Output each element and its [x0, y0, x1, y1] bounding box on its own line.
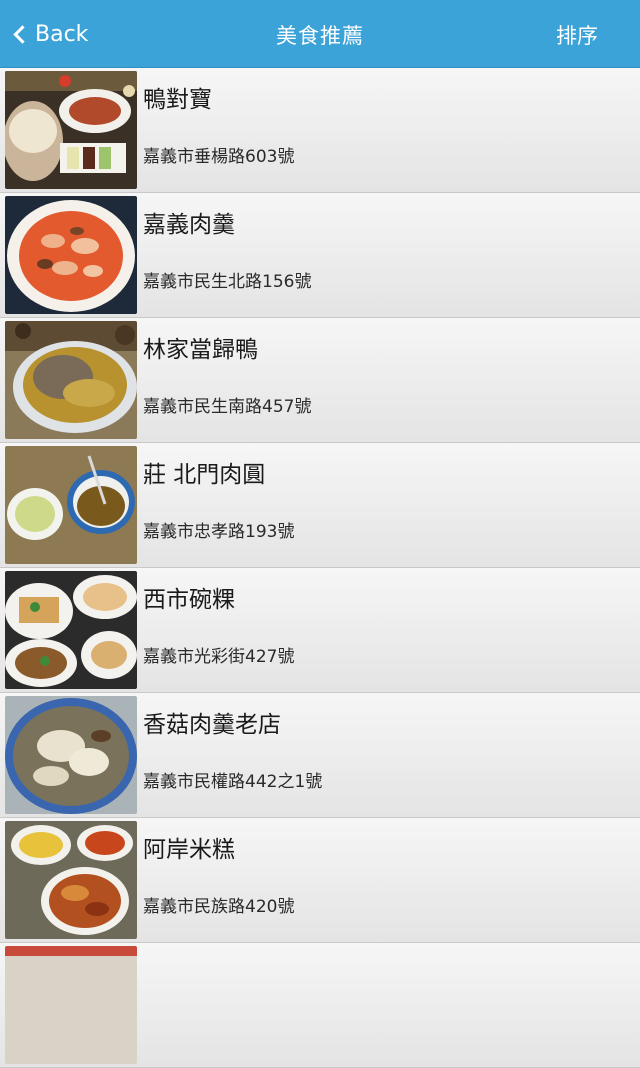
restaurant-name: 西市碗粿 [143, 587, 235, 613]
food-photo [5, 196, 137, 314]
food-photo [5, 946, 137, 1064]
list-item[interactable]: 西市碗粿 嘉義市光彩街427號 [0, 568, 640, 693]
food-photo [5, 71, 137, 189]
page-title: 美食推薦 [276, 24, 364, 48]
restaurant-name: 莊 北門肉圓 [143, 462, 266, 488]
restaurant-list: 鴨對寶 嘉義市垂楊路603號 嘉義肉羹 嘉義市民生北路156號 林家當歸鴨 嘉義… [0, 68, 640, 1068]
list-item[interactable]: 莊 北門肉圓 嘉義市忠孝路193號 [0, 443, 640, 568]
food-photo [5, 446, 137, 564]
food-photo [5, 571, 137, 689]
restaurant-address: 嘉義市光彩街427號 [143, 647, 295, 667]
restaurant-name: 鴨對寶 [143, 87, 212, 113]
restaurant-name: 嘉義肉羹 [143, 212, 235, 238]
restaurant-address: 嘉義市民權路442之1號 [143, 772, 323, 792]
restaurant-name: 香菇肉羹老店 [143, 712, 281, 738]
list-item[interactable]: 阿岸米糕 嘉義市民族路420號 [0, 818, 640, 943]
restaurant-name: 阿岸米糕 [143, 837, 235, 863]
restaurant-address: 嘉義市忠孝路193號 [143, 522, 295, 542]
restaurant-name: 林家當歸鴨 [143, 337, 258, 363]
nav-bar: Back 美食推薦 排序 [0, 0, 640, 68]
list-item[interactable]: 鴨對寶 嘉義市垂楊路603號 [0, 68, 640, 193]
restaurant-address: 嘉義市垂楊路603號 [143, 147, 295, 167]
restaurant-address: 嘉義市民生南路457號 [143, 397, 312, 417]
list-item[interactable]: 嘉義肉羹 嘉義市民生北路156號 [0, 193, 640, 318]
food-photo [5, 321, 137, 439]
food-photo [5, 696, 137, 814]
list-item[interactable]: 林家當歸鴨 嘉義市民生南路457號 [0, 318, 640, 443]
restaurant-address: 嘉義市民生北路156號 [143, 272, 312, 292]
restaurant-address: 嘉義市民族路420號 [143, 897, 295, 917]
food-photo [5, 821, 137, 939]
sort-button[interactable]: 排序 [556, 20, 598, 50]
list-item-partial[interactable] [0, 943, 640, 1068]
list-item[interactable]: 香菇肉羹老店 嘉義市民權路442之1號 [0, 693, 640, 818]
